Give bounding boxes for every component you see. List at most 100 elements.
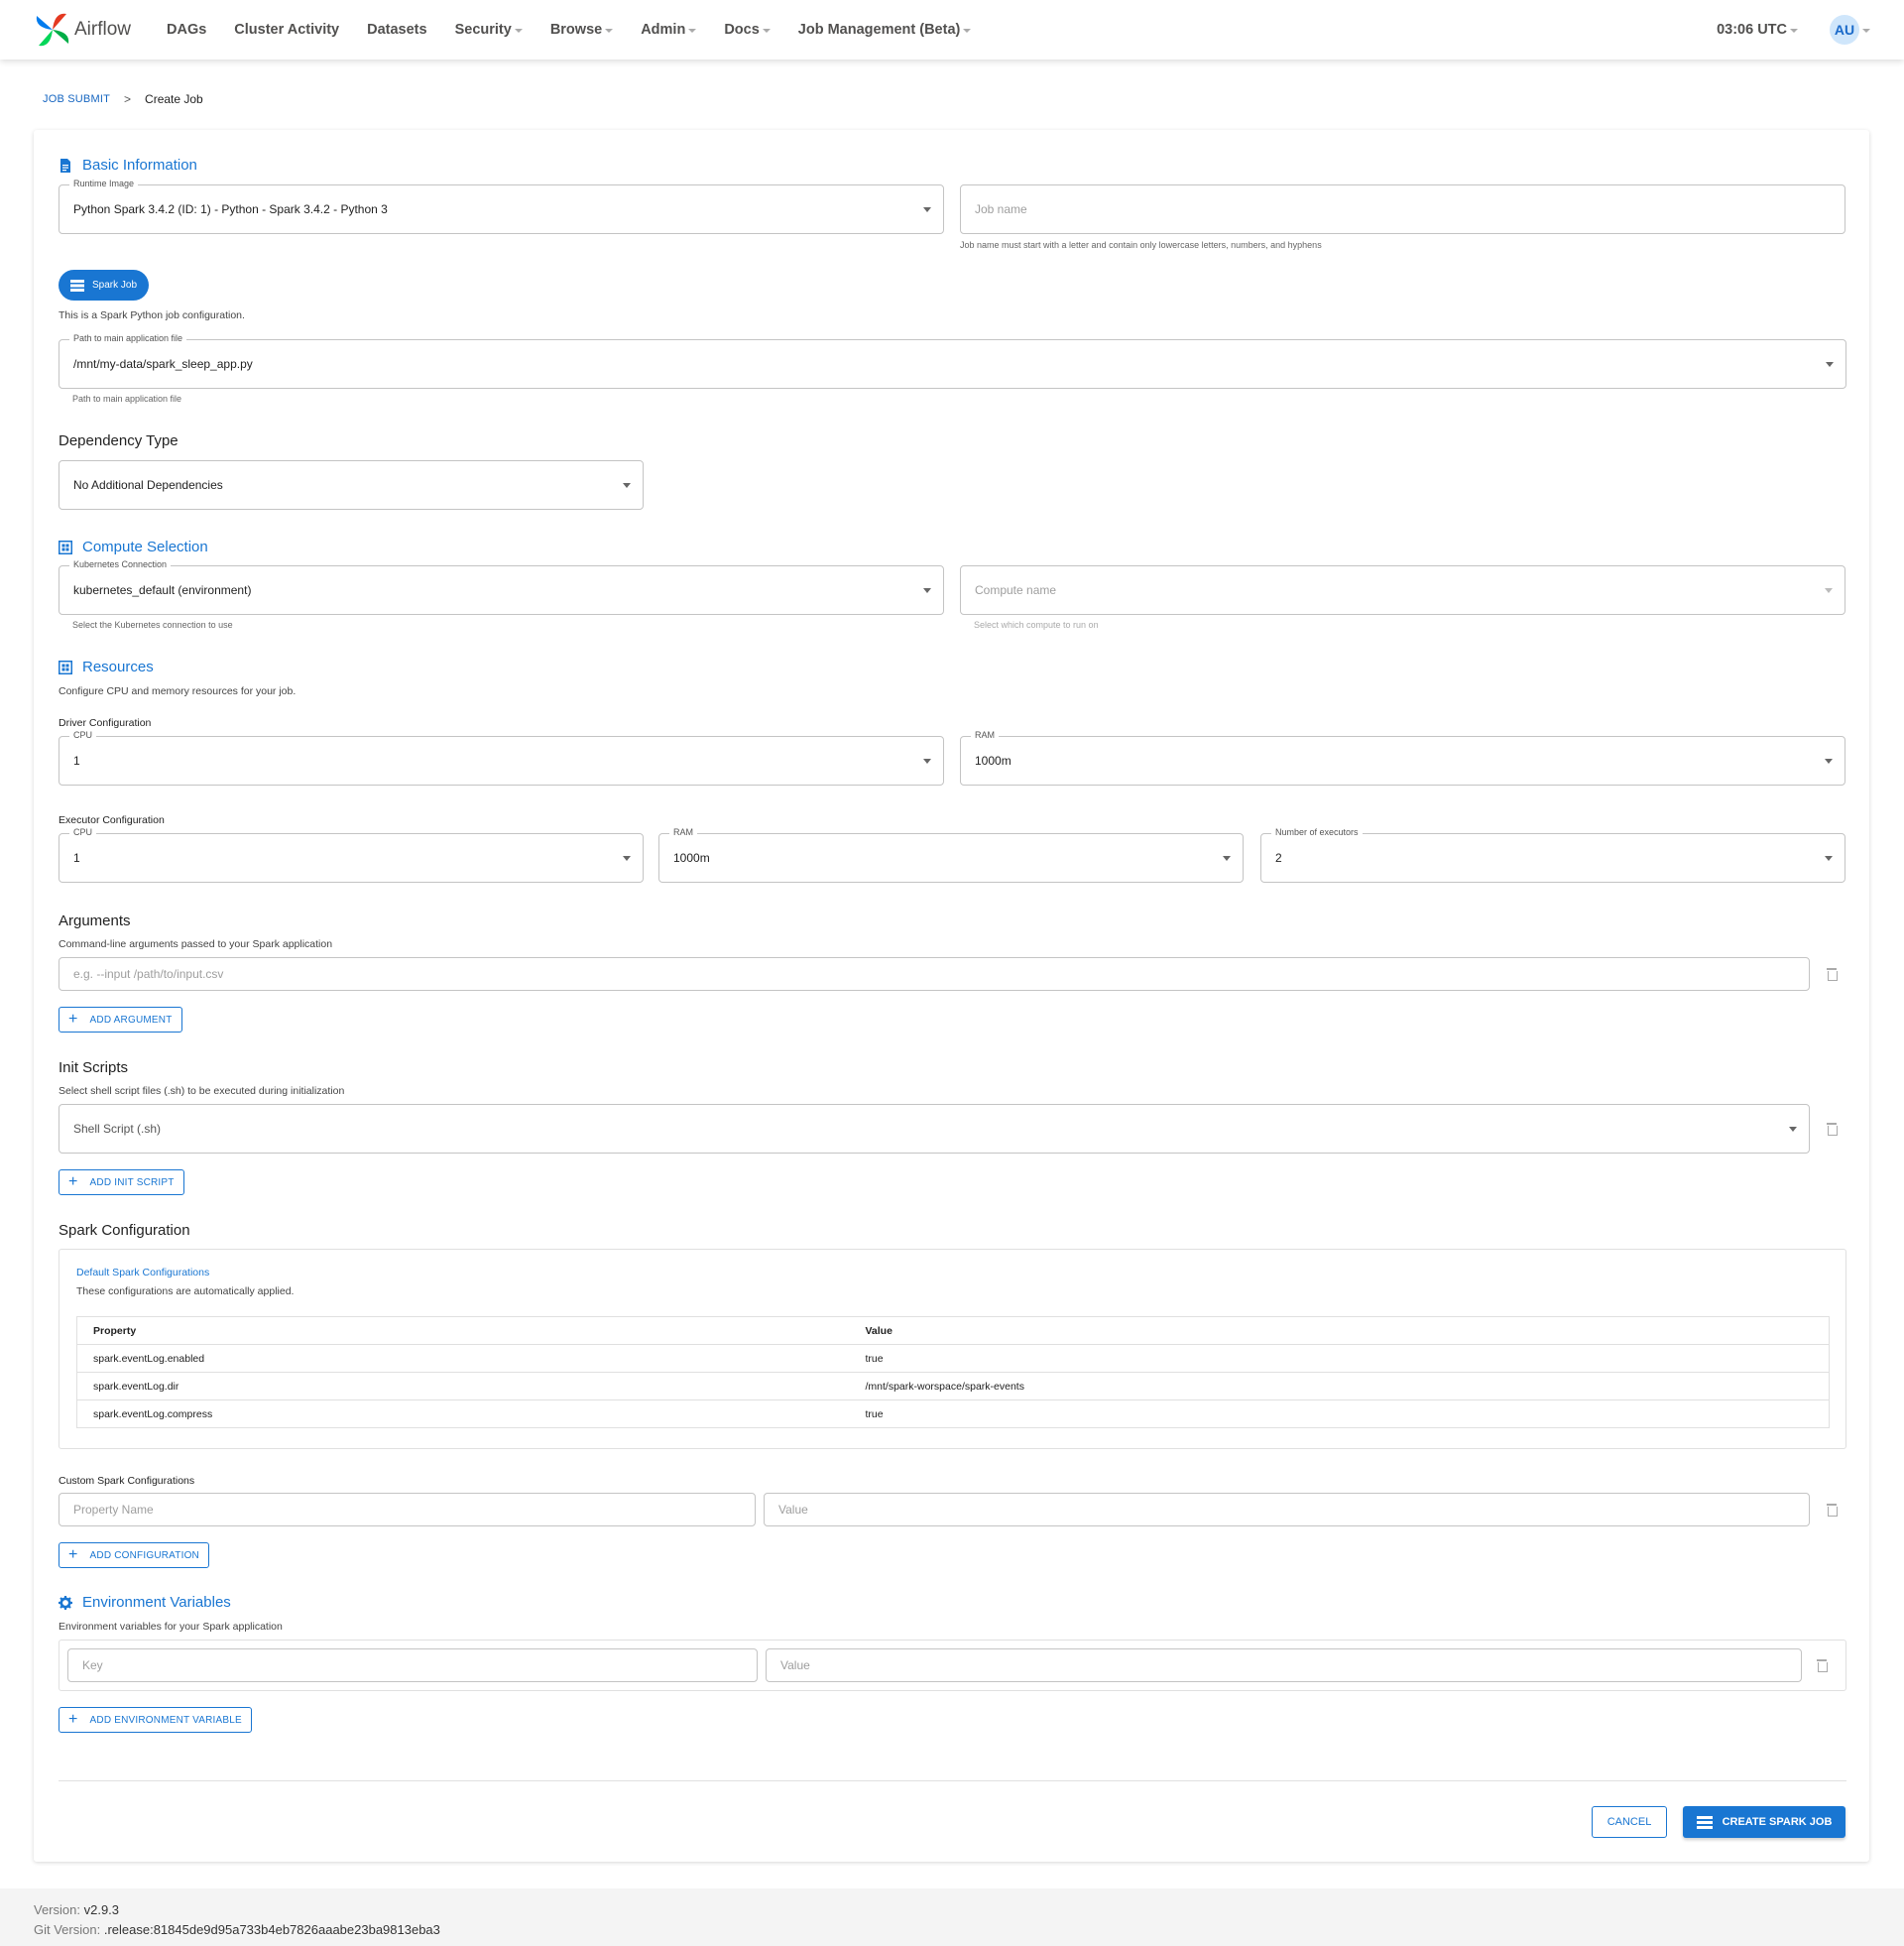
breadcrumb-job-submit[interactable]: JOB SUBMIT (43, 93, 110, 105)
chevron-down-icon (514, 29, 523, 33)
spark-job-chip[interactable]: Spark Job (59, 270, 150, 301)
resources-description: Configure CPU and memory resources for y… (59, 685, 297, 697)
add-argument-button[interactable]: + ADD ARGUMENT (59, 1007, 182, 1033)
breadcrumb-separator: > (124, 92, 132, 106)
number-of-executors-select[interactable]: Number of executors 2 (1260, 826, 1845, 883)
column-header-value: Value (849, 1316, 1830, 1345)
dropdown-arrow-icon (1825, 759, 1833, 764)
delete-env-var-icon[interactable] (1817, 1659, 1828, 1672)
compute-name-select[interactable]: Compute name (960, 565, 1845, 615)
brand-name: Airflow (74, 19, 132, 40)
airflow-logo[interactable]: Airflow (33, 10, 167, 50)
basic-info-heading: Basic Information (59, 157, 197, 174)
list-icon (1696, 1815, 1713, 1829)
table-cell-value: true (849, 1399, 1830, 1428)
delete-config-icon[interactable] (1827, 1504, 1838, 1517)
add-configuration-button[interactable]: + ADD CONFIGURATION (59, 1542, 209, 1568)
spark-config-heading: Spark Configuration (59, 1222, 190, 1239)
nav-menu: DAGs Cluster Activity Datasets Security Brow… (167, 22, 999, 38)
table-cell-property: spark.eventLog.compress (76, 1399, 850, 1428)
create-spark-job-button[interactable]: CREATE SPARK JOB (1683, 1806, 1845, 1838)
nav-link-cluster-activity[interactable]: Cluster Activity (234, 22, 339, 38)
executor-config-heading: Executor Configuration (59, 814, 165, 826)
path-help: Path to main application file (72, 394, 182, 404)
driver-ram-select[interactable]: RAM 1000m (960, 729, 1845, 786)
delete-init-script-icon[interactable] (1827, 1123, 1838, 1136)
config-property-name-input[interactable]: Property Name (59, 1493, 756, 1526)
job-name-help: Job name must start with a letter and co… (960, 240, 1322, 250)
init-scripts-description: Select shell script files (.sh) to be ex… (59, 1085, 345, 1097)
table-cell-value: /mnt/spark-worspace/spark-events (849, 1372, 1830, 1400)
compute-selection-heading: Compute Selection (59, 539, 208, 555)
default-spark-config-desc: These configurations are automatically a… (76, 1285, 295, 1297)
divider (59, 1780, 1846, 1781)
cancel-button[interactable]: CANCEL (1592, 1806, 1667, 1838)
env-key-input[interactable]: Key (67, 1648, 758, 1682)
dropdown-arrow-icon (623, 483, 631, 488)
init-scripts-heading: Init Scripts (59, 1059, 129, 1076)
dropdown-arrow-icon (1789, 1127, 1797, 1132)
utc-clock[interactable]: 03:06 UTC (1717, 22, 1798, 38)
argument-input[interactable]: e.g. --input /path/to/input.csv (59, 957, 1810, 991)
runtime-image-label: Runtime Image (69, 178, 139, 189)
env-vars-heading: Environment Variables (59, 1594, 231, 1611)
nav-link-dags[interactable]: DAGs (167, 22, 206, 38)
grid-icon (59, 540, 72, 554)
column-header-property: Property (76, 1316, 850, 1345)
chevron-down-icon (1790, 29, 1798, 33)
dropdown-arrow-icon (923, 207, 931, 212)
arguments-description: Command-line arguments passed to your Sp… (59, 938, 333, 950)
airflow-pinwheel-icon (36, 13, 69, 47)
breadcrumb: JOB SUBMIT > Create Job (43, 92, 203, 106)
job-name-input[interactable]: Job name (960, 184, 1845, 234)
user-menu[interactable]: AU (1830, 15, 1870, 45)
init-script-select[interactable]: Shell Script (.sh) (59, 1104, 1810, 1154)
dropdown-arrow-icon (1826, 362, 1834, 367)
nav-link-admin[interactable]: Admin (641, 22, 697, 38)
create-job-form: Basic Information Runtime Image Python S… (34, 130, 1869, 1862)
config-value-input[interactable]: Value (764, 1493, 1810, 1526)
custom-spark-config-heading: Custom Spark Configurations (59, 1475, 195, 1487)
driver-cpu-select[interactable]: CPU 1 (59, 729, 944, 786)
gear-icon (59, 1595, 72, 1610)
env-var-row: Key Value (59, 1640, 1846, 1691)
nav-link-docs[interactable]: Docs (724, 22, 771, 38)
table-header-row: Property Value (76, 1316, 1830, 1345)
add-init-script-button[interactable]: + ADD INIT SCRIPT (59, 1169, 184, 1195)
chevron-down-icon (605, 29, 614, 33)
breadcrumb-current: Create Job (145, 92, 203, 106)
dropdown-arrow-icon (623, 856, 631, 861)
table-row: spark.eventLog.enabled true (76, 1344, 1830, 1373)
table-row: spark.eventLog.compress true (76, 1399, 1830, 1428)
dependency-type-select[interactable]: No Additional Dependencies (59, 460, 644, 510)
plus-icon: + (68, 1546, 78, 1563)
main-application-path-select[interactable]: Path to main application file /mnt/my-da… (59, 332, 1846, 389)
top-navbar: Airflow DAGs Cluster Activity Datasets Secu… (0, 0, 1904, 60)
runtime-image-select[interactable]: Runtime Image Python Spark 3.4.2 (ID: 1)… (59, 178, 944, 234)
job-config-description: This is a Spark Python job configuration… (59, 309, 245, 321)
nav-link-browse[interactable]: Browse (550, 22, 614, 38)
nav-link-datasets[interactable]: Datasets (367, 22, 426, 38)
k8s-help: Select the Kubernetes connection to use (72, 620, 233, 630)
executor-cpu-select[interactable]: CPU 1 (59, 826, 644, 883)
dropdown-arrow-icon (1223, 856, 1231, 861)
executor-ram-select[interactable]: RAM 1000m (658, 826, 1244, 883)
default-spark-config-title: Default Spark Configurations (76, 1267, 210, 1278)
nav-link-security[interactable]: Security (455, 22, 523, 38)
add-environment-variable-button[interactable]: + ADD ENVIRONMENT VARIABLE (59, 1707, 252, 1733)
env-value-input[interactable]: Value (766, 1648, 1802, 1682)
plus-icon: + (68, 1173, 78, 1190)
kubernetes-connection-select[interactable]: Kubernetes Connection kubernetes_default… (59, 558, 944, 615)
list-icon (70, 279, 84, 292)
arguments-heading: Arguments (59, 912, 131, 929)
plus-icon: + (68, 1711, 78, 1728)
env-vars-description: Environment variables for your Spark app… (59, 1621, 283, 1633)
dropdown-arrow-icon (1825, 856, 1833, 861)
grid-icon (59, 660, 72, 674)
chevron-down-icon (1862, 29, 1870, 33)
git-version-info: Git Version: .release:81845de9d95a733b4e… (34, 1922, 440, 1937)
table-cell-value: true (849, 1344, 1830, 1373)
delete-argument-icon[interactable] (1827, 968, 1838, 981)
nav-link-job-management-beta[interactable]: Job Management (Beta) (798, 22, 972, 38)
avatar: AU (1830, 15, 1859, 45)
